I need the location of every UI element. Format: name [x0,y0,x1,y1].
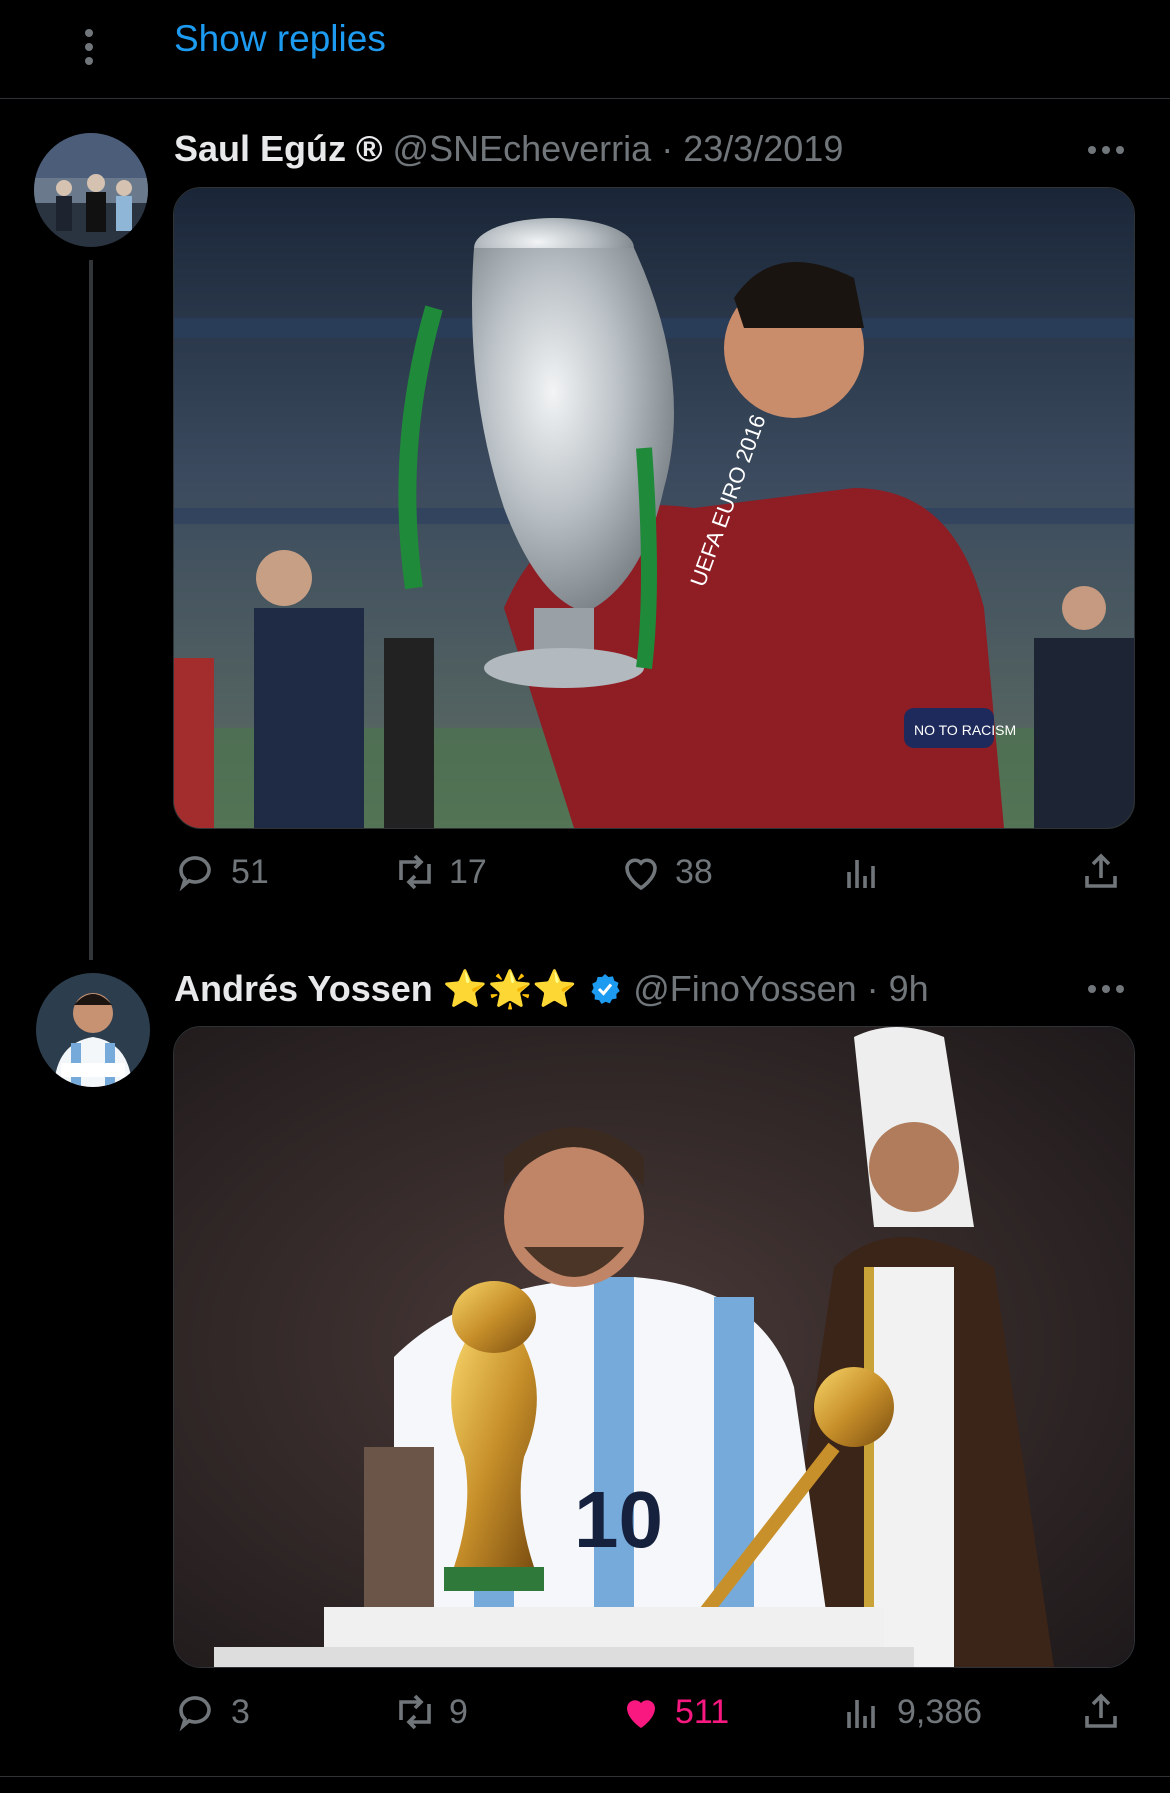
heart-icon [627,1700,655,1728]
handle[interactable]: @SNEcheverria [393,128,652,170]
timestamp[interactable]: 9h [889,968,929,1010]
tweet-actions: 51 17 38 [173,848,1133,908]
reply-button[interactable]: 3 [173,1688,250,1736]
retweet-count: 17 [449,852,487,891]
divider [0,1776,1170,1777]
retweet-button[interactable]: 9 [391,1688,468,1736]
share-button[interactable] [1077,848,1125,896]
jersey-number: 10 [574,1475,663,1564]
like-count: 511 [675,1692,730,1731]
tweet-media-image[interactable]: UEFA EURO 2016 NO TO RACISM [173,187,1135,829]
more-vertical-icon[interactable] [82,24,96,84]
views-icon [847,860,875,888]
tweet-header: Andrés Yossen ⭐🌟⭐ @FinoYossen · 9h [174,968,929,1010]
like-count: 38 [675,852,713,891]
retweet-icon [399,1694,431,1730]
tweet-actions: 3 9 511 9,386 [173,1688,1133,1748]
display-name[interactable]: Saul Egúz ® [174,128,383,170]
separator: · [866,968,879,1009]
heart-icon [625,858,657,891]
views-icon [847,1700,875,1728]
separator: · [661,128,674,169]
verified-badge-icon[interactable] [587,971,623,1007]
retweet-button[interactable]: 17 [391,848,487,896]
armband-text: NO TO RACISM [914,722,1016,738]
more-horizontal-icon[interactable] [1088,985,1124,993]
share-button[interactable] [1077,1688,1125,1736]
name-emoji: ⭐🌟⭐ [442,968,578,1009]
avatar-image [34,133,148,247]
handle[interactable]: @FinoYossen [633,968,856,1010]
reply-button[interactable]: 51 [173,848,269,896]
share-icon [1085,853,1117,888]
timestamp[interactable]: 23/3/2019 [683,128,843,170]
divider [0,98,1170,99]
like-button[interactable]: 38 [617,848,713,896]
retweet-icon [399,854,431,890]
avatar-image [36,973,150,1087]
avatar[interactable] [36,973,150,1087]
reply-count: 3 [231,1692,250,1731]
tweet-header: Saul Egúz ® @SNEcheverria · 23/3/2019 [174,128,843,170]
thread-line [89,260,93,960]
tweet-media-image[interactable]: 10 [173,1026,1135,1668]
reply-count: 51 [231,852,269,891]
display-name[interactable]: Andrés Yossen [174,968,433,1010]
views-count: 9,386 [897,1692,983,1731]
show-replies-link[interactable]: Show replies [174,18,386,60]
reply-icon [179,1696,211,1732]
retweet-count: 9 [449,1692,468,1731]
reply-icon [179,856,211,892]
more-horizontal-icon[interactable] [1088,146,1124,154]
like-button[interactable]: 511 [617,1688,729,1736]
avatar[interactable] [34,133,148,247]
views-button[interactable]: 9,386 [839,1688,982,1736]
share-icon [1085,1693,1117,1728]
views-button[interactable] [839,848,897,896]
